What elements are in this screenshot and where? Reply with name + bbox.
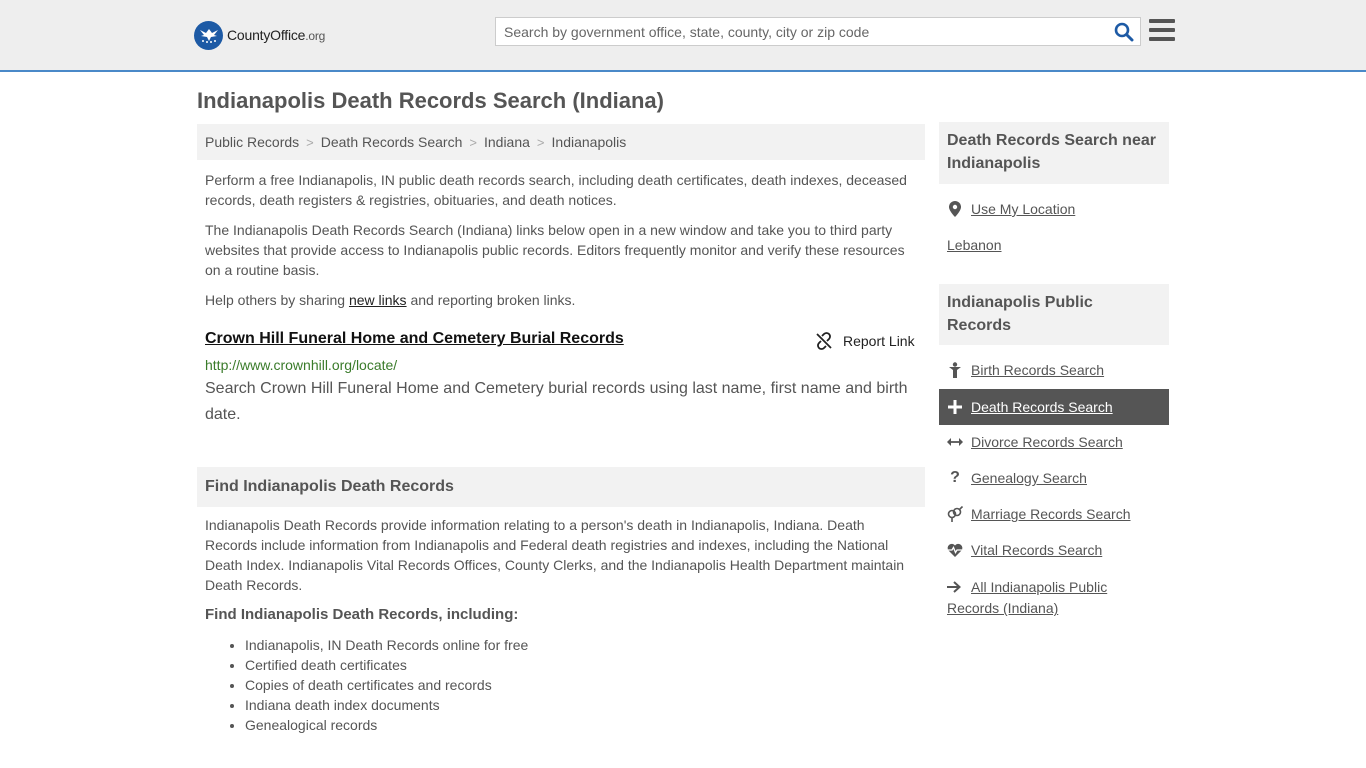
search-input[interactable] xyxy=(496,18,1096,45)
birth-icon xyxy=(947,362,963,378)
list-item: Indiana death index documents xyxy=(245,695,528,715)
site-logo[interactable]: CountyOffice.org xyxy=(194,20,325,50)
gender-icon xyxy=(947,506,963,522)
share-text-before: Help others by sharing xyxy=(205,292,349,308)
sidebar-near-heading: Death Records Search near Indianapolis xyxy=(939,122,1169,184)
new-links-link[interactable]: new links xyxy=(349,292,407,308)
search-bar xyxy=(495,17,1141,46)
hamburger-menu-icon[interactable] xyxy=(1149,19,1175,41)
use-location-link[interactable]: Use My Location xyxy=(971,201,1075,217)
breadcrumb-separator-icon: > xyxy=(306,134,314,150)
intro-paragraph-3: Help others by sharing new links and rep… xyxy=(205,290,917,310)
result-url: http://www.crownhill.org/locate/ xyxy=(205,357,398,373)
all-public-records-link[interactable]: All Indianapolis Public Records (Indiana… xyxy=(947,579,1107,616)
list-item: Copies of death certificates and records xyxy=(245,675,528,695)
result-description: Search Crown Hill Funeral Home and Cemet… xyxy=(205,380,908,423)
list-item: Certified death certificates xyxy=(245,655,528,675)
find-section-body: Indianapolis Death Records provide infor… xyxy=(205,517,905,593)
sidebar-item-vital-records[interactable]: Vital Records Search xyxy=(947,542,1102,558)
breadcrumb-indiana[interactable]: Indiana xyxy=(484,134,530,150)
breadcrumb-indianapolis[interactable]: Indianapolis xyxy=(552,134,627,150)
logo-text: CountyOffice.org xyxy=(227,27,325,43)
breadcrumb-separator-icon: > xyxy=(469,134,477,150)
sidebar-link-label[interactable]: Marriage Records Search xyxy=(971,506,1131,522)
find-records-list: Indianapolis, IN Death Records online fo… xyxy=(245,635,528,735)
page-title: Indianapolis Death Records Search (India… xyxy=(197,88,664,113)
share-text-after: and reporting broken links. xyxy=(406,292,576,308)
logo-suffix: .org xyxy=(305,29,326,43)
sidebar-item-all-public-records[interactable]: All Indianapolis Public Records (Indiana… xyxy=(947,577,1147,618)
heartbeat-icon xyxy=(947,542,963,558)
result-title-link[interactable]: Crown Hill Funeral Home and Cemetery Bur… xyxy=(205,330,624,348)
breadcrumb-separator-icon: > xyxy=(536,134,545,150)
sidebar-item-death-records[interactable]: Death Records Search xyxy=(939,389,1169,425)
sidebar-item-genealogy[interactable]: ? Genealogy Search xyxy=(947,469,1087,486)
breadcrumb-public-records[interactable]: Public Records xyxy=(205,134,299,150)
plus-icon xyxy=(947,399,963,415)
list-item: Genealogical records xyxy=(245,715,528,735)
sidebar-public-records-heading: Indianapolis Public Records xyxy=(939,284,1169,345)
report-link-button[interactable]: Report Link xyxy=(815,331,915,351)
sidebar-item-marriage-records[interactable]: Marriage Records Search xyxy=(947,506,1131,522)
question-icon: ? xyxy=(950,469,960,486)
nearby-city-item[interactable]: Lebanon xyxy=(947,237,1002,253)
sidebar-link-label[interactable]: Vital Records Search xyxy=(971,542,1102,558)
logo-main: CountyOffice xyxy=(227,27,306,43)
arrows-icon xyxy=(947,434,963,450)
sidebar-link-label[interactable]: Birth Records Search xyxy=(971,362,1104,378)
arrow-right-icon xyxy=(947,578,963,598)
use-location-item[interactable]: Use My Location xyxy=(947,201,1075,217)
header-bar: CountyOffice.org xyxy=(0,0,1366,72)
breadcrumb: Public Records > Death Records Search > … xyxy=(197,124,925,160)
map-pin-icon xyxy=(947,201,963,217)
sidebar-item-divorce-records[interactable]: Divorce Records Search xyxy=(947,434,1123,450)
intro-paragraph-1: Perform a free Indianapolis, IN public d… xyxy=(205,172,907,208)
broken-link-icon xyxy=(816,332,832,350)
sidebar-link-label[interactable]: Death Records Search xyxy=(971,399,1113,415)
report-link-label: Report Link xyxy=(843,333,915,349)
find-section-subheading: Find Indianapolis Death Records, includi… xyxy=(205,606,519,623)
find-section-heading: Find Indianapolis Death Records xyxy=(197,467,925,507)
breadcrumb-death-records-search[interactable]: Death Records Search xyxy=(321,134,463,150)
sidebar-item-birth-records[interactable]: Birth Records Search xyxy=(947,362,1104,378)
list-item: Indianapolis, IN Death Records online fo… xyxy=(245,635,528,655)
sidebar-link-label[interactable]: Genealogy Search xyxy=(971,470,1087,486)
sidebar-link-label[interactable]: Divorce Records Search xyxy=(971,434,1123,450)
intro-paragraph-2: The Indianapolis Death Records Search (I… xyxy=(205,222,905,278)
nearby-city-link[interactable]: Lebanon xyxy=(947,237,1002,253)
eagle-logo-icon xyxy=(194,20,223,50)
search-icon[interactable] xyxy=(1114,22,1134,42)
